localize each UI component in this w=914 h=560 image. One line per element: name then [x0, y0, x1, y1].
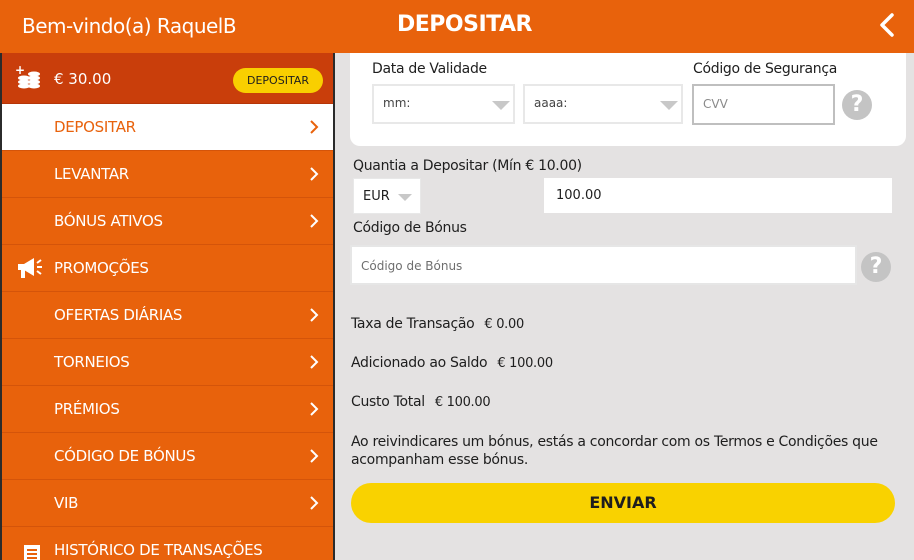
sidebar-item-label: VIB — [54, 494, 79, 512]
chevron-right-icon — [310, 167, 319, 181]
total-cost-label: Custo Total — [351, 394, 425, 410]
added-balance-row: Adicionado ao Saldo € 100.00 — [351, 355, 553, 371]
amount-input[interactable]: 100.00 — [544, 178, 892, 213]
welcome-text: Bem-vindo(a) RaquelB — [22, 14, 237, 38]
sidebar-item-label: OFERTAS DIÁRIAS — [54, 306, 183, 324]
expiry-month-select[interactable]: mm: — [372, 84, 515, 124]
amount-value: 100.00 — [556, 188, 602, 203]
chevron-right-icon — [310, 449, 319, 463]
back-chevron-icon[interactable] — [876, 10, 898, 40]
sidebar-item-label: TORNEIOS — [54, 353, 130, 371]
balance-amount: € 30.00 — [54, 70, 112, 88]
card-details-card: Data de Validade mm: aaaa: Código de Seg… — [350, 53, 906, 146]
bonus-code-placeholder: Código de Bónus — [361, 259, 463, 273]
transaction-fee-label: Taxa de Transação — [351, 316, 475, 332]
top-header: Bem-vindo(a) RaquelB DEPOSITAR — [0, 0, 914, 53]
total-cost-row: Custo Total € 100.00 — [351, 394, 491, 410]
sidebar-item-ofertas-diarias[interactable]: OFERTAS DIÁRIAS — [2, 292, 333, 339]
chevron-right-icon — [310, 308, 319, 322]
sidebar-item-label: CÓDIGO DE BÓNUS — [54, 447, 196, 465]
sidebar-item-codigo-de-bonus[interactable]: CÓDIGO DE BÓNUS — [2, 433, 333, 480]
expiry-year-placeholder: aaaa: — [534, 96, 568, 110]
help-icon[interactable]: ? — [861, 252, 891, 282]
sidebar-item-label: HISTÓRICO DE TRANSAÇÕES — [54, 541, 263, 559]
sidebar-item-label: DEPOSITAR — [54, 118, 136, 136]
chevron-right-icon — [310, 355, 319, 369]
sidebar-item-label: LEVANTAR — [54, 165, 129, 183]
expiry-year-select[interactable]: aaaa: — [523, 84, 683, 124]
terms-prefix: Ao reivindicares um bónus, estás a conco… — [351, 434, 714, 450]
caret-down-icon — [492, 101, 510, 110]
sidebar-item-historico[interactable]: HISTÓRICO DE TRANSAÇÕES — [2, 527, 333, 560]
expiry-label: Data de Validade — [372, 61, 487, 77]
chevron-right-icon — [310, 402, 319, 416]
sidebar-item-label: BÓNUS ATIVOS — [54, 212, 163, 230]
expiry-month-placeholder: mm: — [383, 96, 411, 110]
transaction-fee-value: € 0.00 — [484, 317, 524, 332]
added-balance-value: € 100.00 — [497, 356, 553, 371]
total-cost-value: € 100.00 — [434, 395, 491, 410]
balance-row: + € 30.00 DEPOSITAR — [2, 53, 333, 104]
page-title: DEPOSITAR — [397, 12, 532, 37]
bonus-code-input[interactable]: Código de Bónus — [350, 245, 857, 285]
sidebar-item-promocoes[interactable]: PROMOÇÕES — [2, 245, 333, 292]
svg-text:+: + — [15, 64, 25, 77]
chevron-right-icon — [310, 120, 319, 134]
added-balance-label: Adicionado ao Saldo — [351, 355, 488, 371]
help-icon[interactable]: ? — [842, 90, 872, 120]
sidebar-item-premios[interactable]: PRÉMIOS — [2, 386, 333, 433]
cvv-input[interactable]: CVV — [692, 84, 835, 125]
caret-down-icon — [398, 194, 412, 201]
coins-plus-icon: + — [15, 64, 40, 89]
deposit-button[interactable]: DEPOSITAR — [233, 68, 323, 93]
megaphone-icon — [18, 258, 42, 278]
sidebar-item-bonus-ativos[interactable]: BÓNUS ATIVOS — [2, 198, 333, 245]
sidebar-item-label: PRÉMIOS — [54, 400, 120, 418]
sidebar-menu: + € 30.00 DEPOSITAR DEPOSITAR LEVANTAR B… — [2, 53, 333, 560]
terms-link[interactable]: Termos e Condições — [714, 434, 848, 450]
document-list-icon — [24, 545, 40, 560]
currency-value: EUR — [363, 189, 390, 204]
sidebar-item-torneios[interactable]: TORNEIOS — [2, 339, 333, 386]
sidebar-item-depositar[interactable]: DEPOSITAR — [2, 104, 333, 151]
amount-label: Quantia a Depositar (Mín € 10.00) — [353, 158, 582, 174]
chevron-right-icon — [310, 214, 319, 228]
sidebar-item-levantar[interactable]: LEVANTAR — [2, 151, 333, 198]
sidebar-item-vib[interactable]: VIB — [2, 480, 333, 527]
bonus-terms-notice: Ao reivindicares um bónus, estás a conco… — [351, 433, 896, 469]
chevron-right-icon — [310, 496, 319, 510]
bonus-code-label: Código de Bónus — [353, 220, 467, 236]
transaction-fee-row: Taxa de Transação € 0.00 — [351, 316, 524, 332]
cvv-placeholder: CVV — [703, 97, 728, 111]
submit-button[interactable]: ENVIAR — [351, 483, 895, 523]
deposit-form-panel: Data de Validade mm: aaaa: Código de Seg… — [335, 53, 914, 560]
sidebar-item-label: PROMOÇÕES — [54, 259, 149, 277]
security-code-label: Código de Segurança — [693, 61, 838, 77]
caret-down-icon — [660, 101, 678, 110]
currency-select[interactable]: EUR — [353, 178, 421, 214]
